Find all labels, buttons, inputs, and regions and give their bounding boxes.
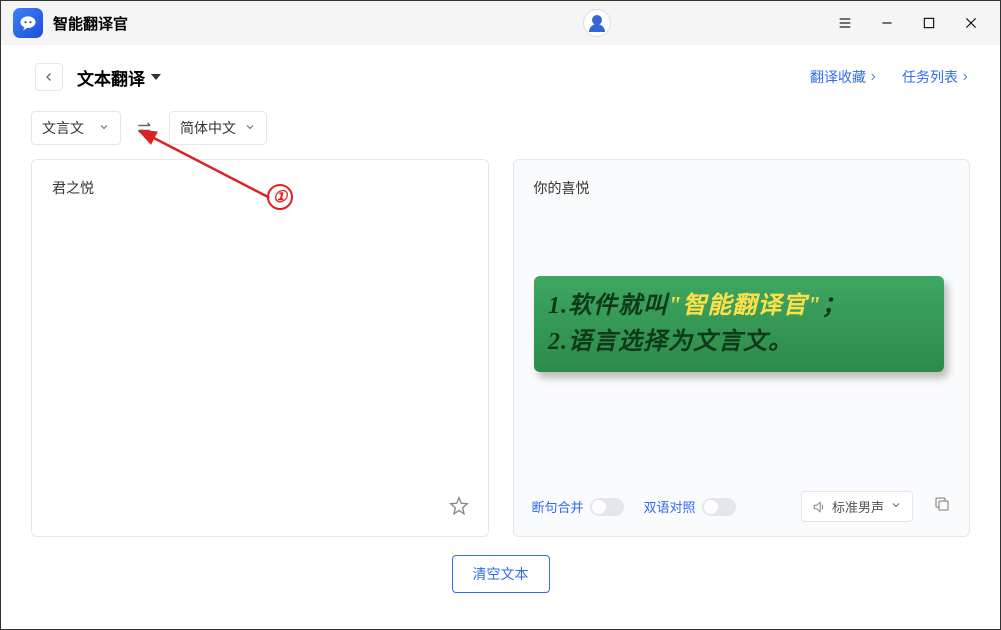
menu-button[interactable] bbox=[834, 12, 856, 34]
tasks-label: 任务列表 bbox=[902, 67, 958, 87]
chevron-down-icon bbox=[151, 74, 161, 80]
header-row: 文本翻译 翻译收藏 任务列表 bbox=[1, 45, 1000, 103]
page-title-dropdown[interactable]: 文本翻译 bbox=[77, 65, 161, 90]
back-button[interactable] bbox=[35, 63, 63, 91]
page-title: 文本翻译 bbox=[77, 65, 145, 90]
clear-text-label: 清空文本 bbox=[473, 566, 529, 582]
bilingual-label: 双语对照 bbox=[644, 497, 696, 516]
target-language-select[interactable]: 简体中文 bbox=[169, 111, 267, 145]
close-button[interactable] bbox=[960, 12, 982, 34]
source-language-select[interactable]: 文言文 bbox=[31, 111, 121, 145]
toggle-switch bbox=[702, 498, 736, 516]
source-text: 君之悦 bbox=[52, 178, 468, 198]
source-text-panel[interactable]: 君之悦 bbox=[31, 159, 489, 537]
minimize-button[interactable] bbox=[876, 12, 898, 34]
sentence-merge-label: 断句合并 bbox=[532, 497, 584, 516]
toggle-switch bbox=[590, 498, 624, 516]
chevron-right-icon bbox=[960, 69, 970, 85]
copy-button[interactable] bbox=[933, 495, 951, 518]
favorites-link[interactable]: 翻译收藏 bbox=[810, 67, 878, 87]
speaker-icon bbox=[812, 500, 826, 514]
tasks-link[interactable]: 任务列表 bbox=[902, 67, 970, 87]
voice-select[interactable]: 标准男声 bbox=[801, 491, 913, 522]
app-icon bbox=[13, 8, 43, 38]
bilingual-toggle[interactable]: 双语对照 bbox=[644, 497, 736, 516]
sentence-merge-toggle[interactable]: 断句合并 bbox=[532, 497, 624, 516]
window-controls bbox=[834, 12, 988, 34]
swap-languages-button[interactable] bbox=[131, 118, 159, 138]
target-text-panel: 你的喜悦 断句合并 双语对照 标准男声 bbox=[513, 159, 971, 537]
target-text: 你的喜悦 bbox=[534, 178, 950, 198]
source-language-label: 文言文 bbox=[42, 118, 84, 138]
favorites-label: 翻译收藏 bbox=[810, 67, 866, 87]
titlebar: 智能翻译官 bbox=[1, 1, 1000, 45]
favorite-star-button[interactable] bbox=[448, 495, 470, 522]
chevron-down-icon bbox=[244, 120, 256, 136]
clear-text-button[interactable]: 清空文本 bbox=[452, 555, 550, 593]
chevron-down-icon bbox=[890, 499, 902, 514]
translation-panels: 君之悦 你的喜悦 断句合并 双语对照 标准男声 bbox=[1, 159, 1000, 537]
target-panel-footer: 断句合并 双语对照 标准男声 bbox=[532, 491, 952, 522]
app-title: 智能翻译官 bbox=[53, 13, 128, 34]
chevron-down-icon bbox=[98, 120, 110, 136]
voice-label: 标准男声 bbox=[832, 497, 884, 516]
maximize-button[interactable] bbox=[918, 12, 940, 34]
avatar[interactable] bbox=[583, 9, 611, 37]
chevron-right-icon bbox=[868, 69, 878, 85]
language-row: 文言文 简体中文 bbox=[1, 103, 1000, 159]
target-language-label: 简体中文 bbox=[180, 118, 236, 138]
